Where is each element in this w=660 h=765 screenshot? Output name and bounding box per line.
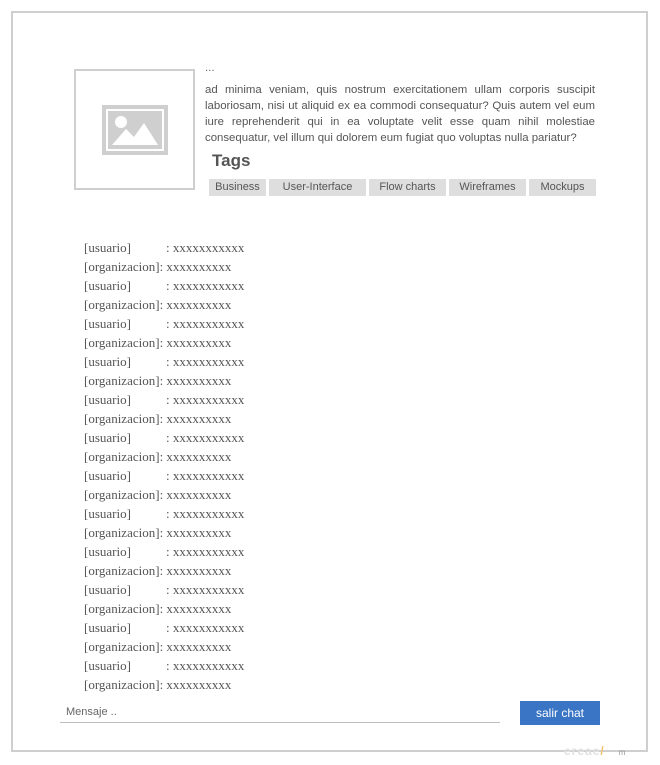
description-text: ad minima veniam, quis nostrum exercitat… xyxy=(205,84,595,144)
chat-message: [usuario] : xxxxxxxxxxx xyxy=(84,352,244,371)
chat-sender: [usuario] xyxy=(84,582,131,597)
tags-heading: Tags xyxy=(212,151,251,170)
chat-message-text: : xxxxxxxxxx xyxy=(159,335,232,350)
chat-message-text: : xxxxxxxxxxx xyxy=(166,544,245,559)
chat-message: [usuario] : xxxxxxxxxxx xyxy=(84,466,244,485)
chat-sender: [organizacion] xyxy=(84,411,160,426)
chat-message-text: : xxxxxxxxxxx xyxy=(166,620,245,635)
chat-message: [usuario] : xxxxxxxxxxx xyxy=(84,238,244,257)
chat-sender: [organizacion] xyxy=(84,259,160,274)
chat-message-text: : xxxxxxxxxx xyxy=(159,677,232,692)
exit-chat-button[interactable]: salir chat xyxy=(520,701,600,725)
chat-message-text: : xxxxxxxxxx xyxy=(159,373,232,388)
chat-sender: [organizacion] xyxy=(84,373,160,388)
chat-message: [organizacion]: xxxxxxxxxx xyxy=(84,485,244,504)
chat-message-text: : xxxxxxxxxx xyxy=(159,525,232,540)
chat-sender: [usuario] xyxy=(84,430,131,445)
chat-sender: [usuario] xyxy=(84,316,131,331)
tag-flow-charts[interactable]: Flow charts xyxy=(369,179,446,196)
chat-message: [organizacion]: xxxxxxxxxx xyxy=(84,599,244,618)
chat-message: [usuario] : xxxxxxxxxxx xyxy=(84,428,244,447)
chat-message-text: : xxxxxxxxxx xyxy=(159,449,232,464)
message-input[interactable] xyxy=(60,701,500,723)
chat-message: [organizacion]: xxxxxxxxxx xyxy=(84,447,244,466)
chat-message: [usuario] : xxxxxxxxxxx xyxy=(84,314,244,333)
chat-message-text: : xxxxxxxxxx xyxy=(159,639,232,654)
chat-message: [organizacion]: xxxxxxxxxx xyxy=(84,295,244,314)
chat-message: [usuario] : xxxxxxxxxxx xyxy=(84,542,244,561)
tag-user-interface[interactable]: User-Interface xyxy=(269,179,366,196)
chat-sender: [usuario] xyxy=(84,354,131,369)
chat-message-text: : xxxxxxxxxxx xyxy=(166,354,245,369)
chat-sender: [organizacion] xyxy=(84,449,160,464)
tag-business[interactable]: Business xyxy=(209,179,266,196)
chat-message: [organizacion]: xxxxxxxxxx xyxy=(84,409,244,428)
chat-log: [usuario]: xxxxxxxxxxx [organizacion]: xx… xyxy=(84,238,244,694)
chat-sender: [organizacion] xyxy=(84,601,160,616)
chat-sender: [usuario] xyxy=(84,620,131,635)
chat-message-text: : xxxxxxxxxxx xyxy=(166,582,245,597)
chat-message-text: : xxxxxxxxxx xyxy=(159,259,232,274)
chat-message: [usuario] : xxxxxxxxxxx xyxy=(84,580,244,599)
tag-wireframes[interactable]: Wireframes xyxy=(449,179,526,196)
chat-message: [organizacion]: xxxxxxxxxx xyxy=(84,523,244,542)
chat-message-text: : xxxxxxxxxxx xyxy=(166,658,245,673)
chat-message: [organizacion]: xxxxxxxxxx xyxy=(84,561,244,580)
image-placeholder xyxy=(74,69,195,190)
chat-message-text: : xxxxxxxxxx xyxy=(159,297,232,312)
description-text-block: ... ad minima veniam, quis nostrum exerc… xyxy=(205,66,595,146)
chat-message: [usuario] : xxxxxxxxxxx xyxy=(84,390,244,409)
chat-message: [organizacion]: xxxxxxxxxx xyxy=(84,675,244,694)
chat-sender: [organizacion] xyxy=(84,563,160,578)
chat-sender: [usuario] xyxy=(84,468,131,483)
chat-sender: [usuario] xyxy=(84,392,131,407)
chat-message: [organizacion]: xxxxxxxxxx xyxy=(84,371,244,390)
chat-message: [organizacion]: xxxxxxxxxx xyxy=(84,333,244,352)
chat-message: [usuario] : xxxxxxxxxxx xyxy=(84,504,244,523)
chat-message-text: : xxxxxxxxxxx xyxy=(166,430,245,445)
image-placeholder-icon xyxy=(102,105,168,155)
description-cut-line: ... xyxy=(205,66,215,74)
chat-message-text: : xxxxxxxxxxx xyxy=(166,506,245,521)
chat-message-text: : xxxxxxxxxxx xyxy=(166,278,245,293)
chat-message-text: : xxxxxxxxxxx xyxy=(166,240,245,255)
chat-message-text: : xxxxxxxxxx xyxy=(159,411,232,426)
chat-sender: [organizacion] xyxy=(84,639,160,654)
chat-message-text: : xxxxxxxxxxx xyxy=(166,468,245,483)
chat-sender: [organizacion] xyxy=(84,525,160,540)
chat-sender: [usuario] xyxy=(84,506,131,521)
chat-sender: [usuario] xyxy=(84,658,131,673)
chat-message-text: : xxxxxxxxxxx xyxy=(166,392,245,407)
chat-sender: [organizacion] xyxy=(84,487,160,502)
chat-message: [organizacion]: xxxxxxxxxx xyxy=(84,257,244,276)
chat-message-text: : xxxxxxxxxx xyxy=(159,563,232,578)
tags-list: Business User-Interface Flow charts Wire… xyxy=(209,179,596,196)
chat-sender: [usuario] xyxy=(84,278,131,293)
chat-message: [organizacion]: xxxxxxxxxx xyxy=(84,637,244,656)
tag-mockups[interactable]: Mockups xyxy=(529,179,596,196)
chat-message: [usuario] : xxxxxxxxxxx xyxy=(84,276,244,295)
chat-sender: [organizacion] xyxy=(84,677,160,692)
chat-message-text: : xxxxxxxxxx xyxy=(159,487,232,502)
chat-message-text: : xxxxxxxxxx xyxy=(159,601,232,616)
chat-sender: [organizacion] xyxy=(84,335,160,350)
watermark-logo: ereae/m xyxy=(564,744,627,758)
chat-sender: [usuario] xyxy=(84,544,131,559)
chat-message: [usuario] : xxxxxxxxxxx xyxy=(84,656,244,675)
chat-sender: [usuario] xyxy=(84,240,131,255)
chat-message-text: : xxxxxxxxxxx xyxy=(166,316,245,331)
chat-sender: [organizacion] xyxy=(84,297,160,312)
chat-message: [usuario] : xxxxxxxxxxx xyxy=(84,618,244,637)
